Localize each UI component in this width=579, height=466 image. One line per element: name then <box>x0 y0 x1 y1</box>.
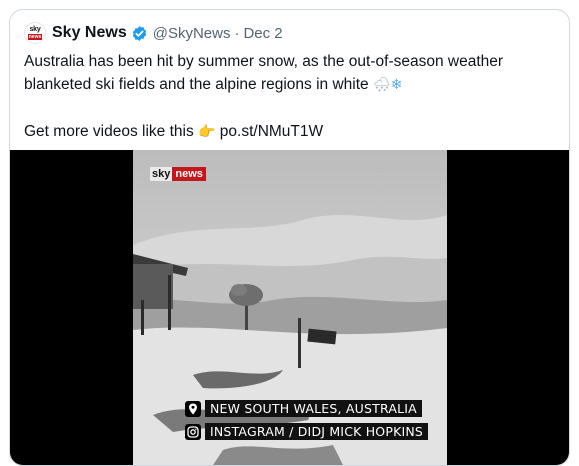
cta-text: Get more videos like this <box>24 123 194 140</box>
location-pin-icon <box>185 400 201 417</box>
author-handle[interactable]: @SkyNews <box>153 25 231 42</box>
snow-cloud-icon: 🌨 <box>372 77 391 93</box>
tweet-header: sky news Sky News @SkyNews · Dec 2 <box>24 22 283 44</box>
tweet-date[interactable]: Dec 2 <box>243 25 282 42</box>
avatar[interactable]: sky news <box>24 22 46 44</box>
verified-badge-icon <box>131 25 148 42</box>
tweet-link[interactable]: po.st/NMuT1W <box>220 123 323 140</box>
author-name[interactable]: Sky News <box>52 24 127 42</box>
separator-dot: · <box>234 24 240 42</box>
sky-news-logo: sky news <box>150 167 206 181</box>
tweet-text: Australia has been hit by summer snow, a… <box>24 50 556 144</box>
caption-source: INSTAGRAM / DIDJ MICK HOPKINS <box>185 423 429 440</box>
tweet-body: Australia has been hit by summer snow, a… <box>24 53 504 93</box>
snow-scene <box>133 215 447 465</box>
video-player[interactable]: sky news NEW SOUTH WALES, AUSTRALIA INST… <box>10 150 569 465</box>
instagram-icon <box>185 423 201 440</box>
video-frame[interactable]: sky news NEW SOUTH WALES, AUSTRALIA INST… <box>133 150 447 465</box>
snowflake-icon: ❄ <box>390 77 403 93</box>
caption-location: NEW SOUTH WALES, AUSTRALIA <box>185 400 422 417</box>
tweet-card[interactable]: sky news Sky News @SkyNews · Dec 2 Austr… <box>9 9 570 466</box>
pointing-hand-icon: 👉 <box>198 124 216 140</box>
